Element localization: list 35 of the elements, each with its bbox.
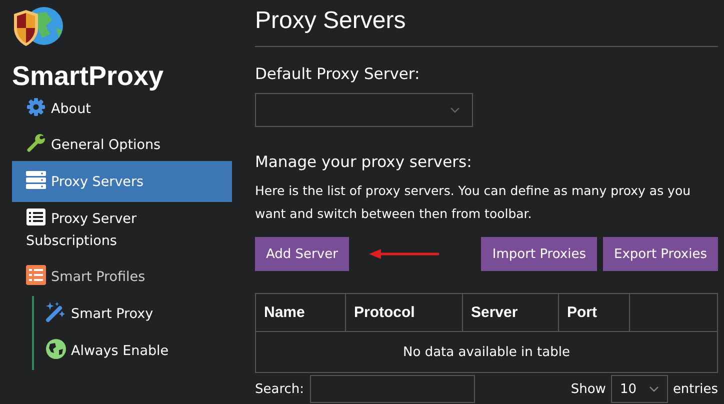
nav-item[interactable]: Always Enable (46, 331, 232, 370)
caret-icon (450, 107, 460, 113)
action-button[interactable]: Import Proxies (481, 237, 597, 271)
empty-message: No data available in table (256, 332, 718, 372)
globe-icon (46, 339, 66, 359)
column-header: Name (256, 294, 346, 332)
entries-label: entries (672, 382, 718, 396)
column-header: Protocol (346, 294, 462, 332)
page-size-dropdown[interactable]: 10 (610, 375, 668, 403)
search-label: Search: (255, 382, 304, 396)
pointer-arrow (368, 249, 439, 259)
gear-icon (26, 97, 46, 117)
description-text: Here is the list of proxy servers. You can define as many proxy as you want and switch between then from toolbar. (255, 182, 692, 223)
nav-item[interactable]: Proxy Servers (12, 161, 232, 202)
nav-item[interactable]: Proxy Server Subscriptions (12, 199, 232, 260)
wrench-icon (26, 133, 46, 153)
list-icon (26, 207, 46, 227)
page-title: Proxy Servers (255, 6, 406, 36)
section-heading: Manage your proxy servers: (255, 152, 472, 173)
search-field[interactable] (310, 375, 476, 403)
nav-item[interactable]: Smart Profiles (12, 257, 232, 296)
caret-icon (648, 386, 659, 392)
dropdown-field[interactable] (255, 93, 473, 127)
checklist-icon (26, 265, 46, 285)
app-name: SmartProxy (12, 60, 165, 92)
magic-wand-icon (46, 302, 66, 322)
nav-item[interactable]: General Options (12, 125, 232, 164)
server-icon (26, 170, 46, 190)
column-header: Server (462, 294, 558, 332)
show-label: Show (570, 382, 606, 396)
action-button[interactable]: Export Proxies (603, 237, 718, 271)
action-button[interactable]: Add Server (255, 237, 349, 271)
field-label: Default Proxy Server: (255, 64, 420, 85)
nav-item[interactable]: Smart Proxy (46, 294, 232, 333)
column-header: Port (558, 294, 630, 332)
